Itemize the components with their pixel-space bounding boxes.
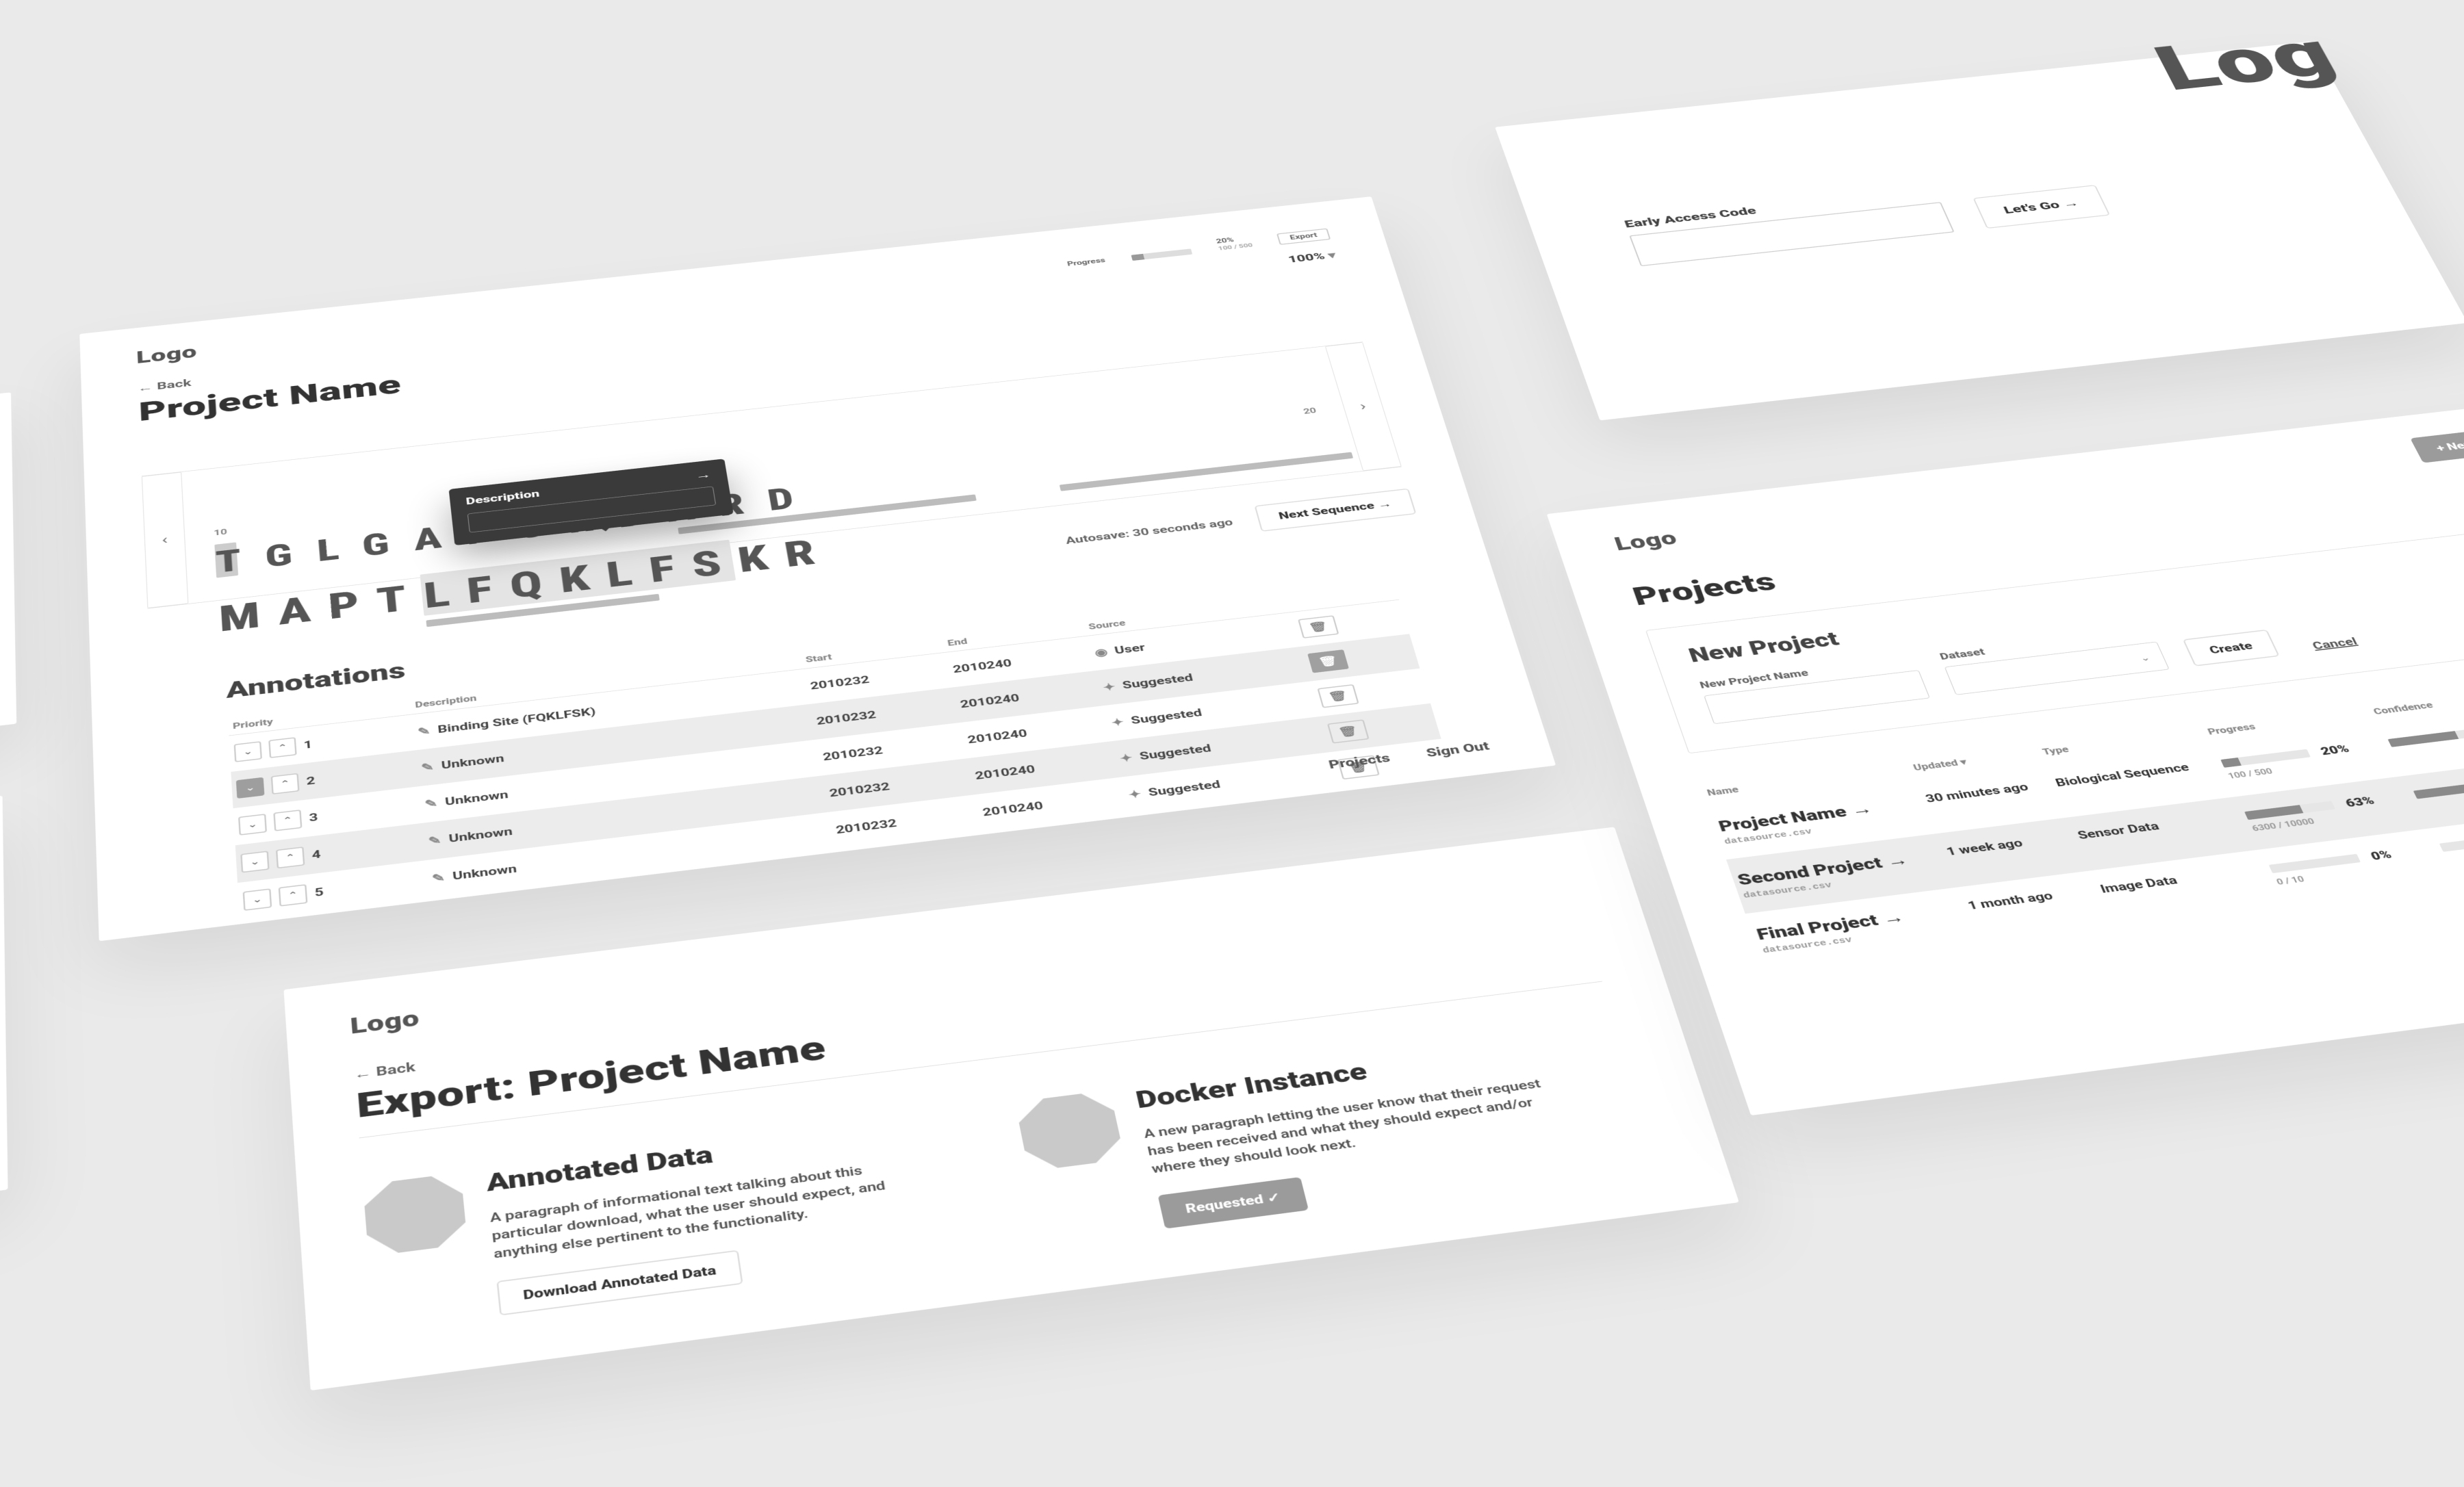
- logo: Logo: [349, 1007, 420, 1039]
- annotation-desc: Unknown: [444, 788, 509, 808]
- annotation-underline: [1060, 452, 1353, 491]
- priority-value: 5: [314, 885, 324, 899]
- requested-button: Requested ✓: [1158, 1177, 1309, 1229]
- progress-label: Progress: [1066, 257, 1106, 268]
- annotation-source: Suggested: [1147, 778, 1222, 799]
- logo: Logo: [136, 343, 198, 368]
- background-wireframe-fragment: [0, 796, 8, 1243]
- annotation-desc: Binding Site (FQKLFSK): [437, 706, 597, 736]
- pencil-icon[interactable]: ✎: [424, 797, 438, 810]
- logo: Logo: [1612, 528, 1680, 555]
- seq-prev-button[interactable]: ‹: [142, 472, 189, 608]
- annotation-source: Suggested: [1130, 706, 1203, 726]
- priority-up-button[interactable]: ⌃: [276, 846, 305, 868]
- annotation-source: Suggested: [1138, 742, 1212, 762]
- editor-wireframe: Logo Progress 20% 100 / 500 Export ← Bac…: [79, 196, 1556, 941]
- annotation-desc: Unknown: [448, 825, 513, 844]
- avatar-icon: ◉: [1094, 646, 1109, 659]
- priority-value: 4: [311, 848, 321, 862]
- chevron-down-icon: ⌄: [2138, 653, 2152, 663]
- priority-value: 3: [309, 811, 318, 824]
- annotation-source: User: [1114, 641, 1146, 656]
- annotation-source: Suggested: [1121, 671, 1194, 691]
- confidence-bar: [2387, 729, 2464, 747]
- priority-up-button[interactable]: ⌃: [271, 773, 300, 794]
- pencil-icon[interactable]: ✎: [428, 833, 442, 847]
- create-button[interactable]: Create: [2183, 630, 2279, 667]
- sparkle-icon: ✦: [1110, 716, 1125, 729]
- delete-annotation-button[interactable]: 🗑: [1298, 615, 1339, 638]
- confidence-bar: [2413, 780, 2464, 799]
- delete-annotation-button[interactable]: 🗑: [1307, 649, 1348, 673]
- annotated-data-icon: [363, 1172, 467, 1256]
- progress-percent: 20%: [2318, 742, 2351, 757]
- progress-percent: 0%: [2368, 848, 2394, 863]
- priority-value: 1: [303, 738, 313, 751]
- autosave-status: Autosave: 30 seconds ago: [1064, 516, 1234, 546]
- sparkle-icon: ✦: [1127, 788, 1142, 801]
- export-button[interactable]: Export: [1276, 229, 1331, 245]
- priority-up-button[interactable]: ⌃: [279, 884, 308, 907]
- annotation-desc: Unknown: [452, 862, 517, 883]
- pencil-icon[interactable]: ✎: [417, 725, 431, 738]
- download-annotated-data-button[interactable]: Download Annotated Data: [496, 1250, 743, 1316]
- ruler-tick: 10: [214, 527, 227, 537]
- priority-down-button[interactable]: ⌄: [240, 851, 269, 872]
- source-panel-fragment: Next Image → Source ◉ User 🗑✦ Suggested …: [0, 392, 16, 766]
- sparkle-icon: ✦: [1118, 751, 1133, 765]
- priority-down-button[interactable]: ⌄: [234, 741, 262, 762]
- priority-down-button[interactable]: ⌄: [238, 814, 267, 836]
- lets-go-button[interactable]: Let's Go →: [1973, 185, 2110, 229]
- pencil-icon[interactable]: ✎: [431, 870, 446, 885]
- delete-annotation-button[interactable]: 🗑: [1327, 719, 1369, 743]
- projects-wireframe: Logo + New Project Projects New Project …: [1547, 404, 2464, 1116]
- pencil-icon[interactable]: ✎: [421, 760, 435, 774]
- priority-down-button[interactable]: ⌄: [236, 777, 265, 799]
- next-sequence-button[interactable]: Next Sequence →: [1254, 489, 1416, 532]
- confidence-bar: [2439, 833, 2464, 852]
- priority-down-button[interactable]: ⌄: [243, 888, 272, 911]
- docker-instance-icon: [1015, 1090, 1125, 1172]
- logo-large: Log: [2142, 18, 2350, 105]
- annotation-desc: Unknown: [441, 752, 505, 771]
- progress-bar: [1131, 248, 1193, 261]
- sparkle-icon: ✦: [1102, 680, 1117, 693]
- landing-wireframe: Log Early Access Code Let's Go →: [1495, 41, 2464, 420]
- cancel-link[interactable]: Cancel: [2311, 635, 2359, 651]
- new-project-button[interactable]: + New Project: [2410, 424, 2464, 463]
- delete-annotation-button[interactable]: 🗑: [1318, 684, 1359, 708]
- export-wireframe: Logo ← Back Export: Project Name Annotat…: [283, 827, 1738, 1391]
- progress-percent: 63%: [2343, 794, 2376, 810]
- priority-up-button[interactable]: ⌃: [273, 810, 302, 831]
- priority-up-button[interactable]: ⌃: [268, 737, 296, 758]
- ruler-tick: 20: [1302, 406, 1318, 415]
- priority-value: 2: [306, 774, 316, 787]
